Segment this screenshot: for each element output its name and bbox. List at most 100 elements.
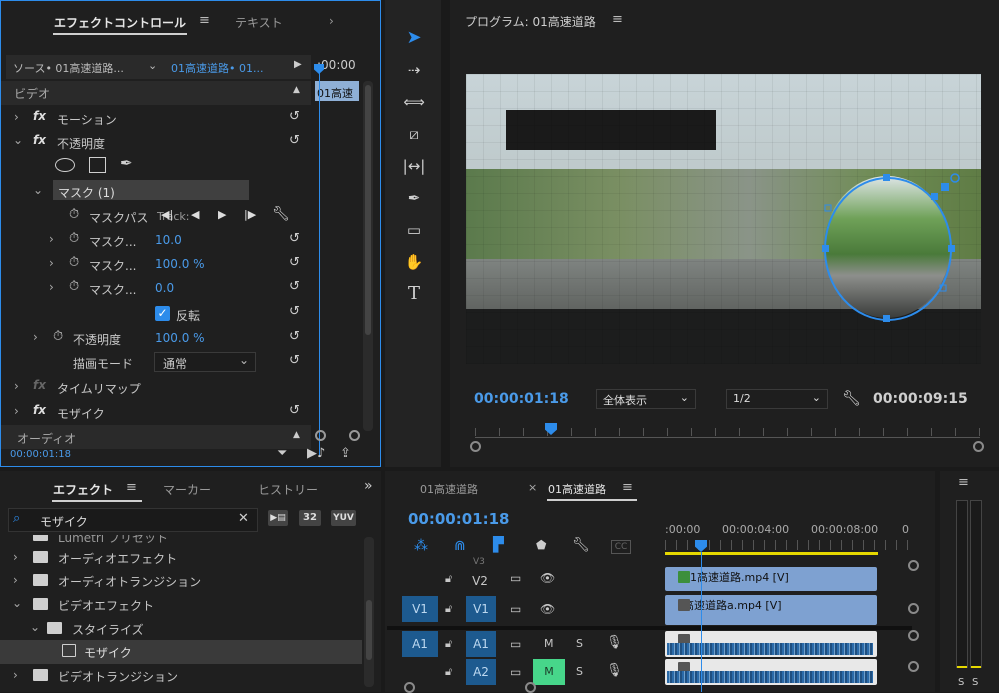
zoom-handle-right[interactable] <box>349 430 360 441</box>
wrench-icon[interactable]: 🔧︎ <box>272 206 290 222</box>
effects-search-input[interactable]: モザイク <box>40 513 88 530</box>
effects-list-item[interactable]: ⌄ スタイライズ <box>0 617 360 641</box>
reset-icon[interactable]: ↺ <box>289 354 301 367</box>
captions-icon[interactable]: CC <box>611 540 631 554</box>
timeline-timecode[interactable]: 00:00:01:18 <box>408 510 510 528</box>
meter-solo-right[interactable]: S <box>972 677 978 688</box>
zoom-handle-left[interactable] <box>315 430 326 441</box>
track-select-tool-icon[interactable]: ⇢ <box>402 58 426 82</box>
expand-chevron-icon[interactable]: › <box>13 573 18 587</box>
fx-icon[interactable]: fx <box>33 403 46 417</box>
solo-button[interactable]: S <box>576 637 583 650</box>
effects-list-item[interactable]: ⌄ ビデオエフェクト <box>0 593 360 617</box>
timeline-zoom-handle-left[interactable] <box>404 682 415 693</box>
add-marker-icon[interactable]: ▛ <box>493 537 504 553</box>
mask-expansion-value[interactable]: 0.0 <box>155 281 174 295</box>
expand-chevron-icon[interactable]: › <box>49 280 54 294</box>
pen-mask-tool-icon[interactable]: ✒ <box>120 154 133 172</box>
track-name-a1[interactable]: A1 <box>466 631 496 657</box>
stopwatch-icon[interactable]: ⏱ <box>69 207 79 222</box>
expand-chevron-icon[interactable]: › <box>33 330 38 344</box>
play-only-icon[interactable]: ▶ <box>294 59 302 70</box>
ellipse-mask-tool-icon[interactable] <box>55 158 75 172</box>
track-height-handle[interactable] <box>908 603 919 614</box>
eye-icon[interactable]: 👁︎ <box>540 602 555 616</box>
track-name-v2[interactable]: V2 <box>466 571 494 591</box>
tab-history[interactable]: ヒストリー <box>258 481 318 498</box>
reset-icon[interactable]: ↺ <box>289 110 301 123</box>
accelerated-effects-icon[interactable]: ▶▤ <box>268 510 288 526</box>
meter-panel-menu-icon[interactable]: ≡ <box>958 475 969 490</box>
track-backward-one-icon[interactable]: ◀| <box>161 208 173 221</box>
mute-button[interactable]: M <box>544 637 554 650</box>
snap-icon[interactable]: ⁂ <box>414 538 428 554</box>
track-name-a2[interactable]: A2 <box>466 659 496 685</box>
source-patch-a1[interactable]: A1 <box>402 631 438 657</box>
mute-button-active[interactable]: M <box>533 659 565 685</box>
timeline-tab-2[interactable]: 01高速道路 <box>548 481 606 497</box>
microphone-icon[interactable]: 🎙︎ <box>606 635 623 650</box>
export-icon[interactable]: ⇪ <box>340 446 351 461</box>
track-height-handle[interactable] <box>908 560 919 571</box>
collapse-up-icon[interactable]: ▲ <box>293 85 300 95</box>
expand-chevron-icon[interactable]: › <box>13 668 18 682</box>
more-tabs-icon[interactable]: » <box>364 478 373 494</box>
lock-icon[interactable]: 🔓︎ <box>445 637 452 651</box>
linked-selection-icon[interactable]: ⋒ <box>454 538 466 554</box>
lock-icon[interactable]: 🔓︎ <box>445 665 452 679</box>
hand-tool-icon[interactable]: ✋ <box>402 250 426 274</box>
zoom-select[interactable]: 全体表示 ⌄ <box>596 389 696 409</box>
track-name-v1[interactable]: V1 <box>466 596 496 622</box>
slip-tool-icon[interactable]: |↔| <box>402 154 426 178</box>
stopwatch-icon[interactable]: ⏱ <box>53 329 63 344</box>
source-patch-v1[interactable]: V1 <box>402 596 438 622</box>
mask-label[interactable]: マスク (1) <box>58 184 115 201</box>
sync-lock-icon[interactable]: ▭ <box>510 665 521 679</box>
scrubber-handle-left[interactable] <box>470 441 481 452</box>
clip-v2[interactable]: 01高速道路.mp4 [V] <box>665 567 877 591</box>
opacity-value[interactable]: 100.0 % <box>155 331 205 345</box>
expand-chevron-icon[interactable]: › <box>49 256 54 270</box>
scrollbar-thumb[interactable] <box>365 85 371 335</box>
timeline-zoom-handle-right[interactable] <box>525 682 536 693</box>
effects-list-item-selected[interactable]: モザイク <box>0 640 362 664</box>
meter-solo-left[interactable]: S <box>958 677 964 688</box>
track-forward-icon[interactable]: ▶ <box>218 208 226 221</box>
32bit-badge[interactable]: 32 <box>299 510 321 526</box>
microphone-icon[interactable]: 🎙︎ <box>606 663 623 678</box>
inverted-checkbox[interactable]: ✓ <box>155 306 170 321</box>
source-label[interactable]: ソース• 01高速道路... <box>13 60 124 76</box>
solo-button[interactable]: S <box>576 665 583 678</box>
marker-icon[interactable]: ⬟ <box>536 538 546 552</box>
settings-wrench-icon[interactable]: 🔧︎ <box>842 389 861 407</box>
sync-lock-icon[interactable]: ▭ <box>510 637 521 651</box>
filter-icon[interactable]: ⏷ <box>277 446 287 461</box>
reset-icon[interactable]: ↺ <box>289 330 301 343</box>
effect-row-mosaic[interactable]: › fx モザイク ↺ <box>1 400 311 424</box>
expand-chevron-icon[interactable]: ⌄ <box>12 596 22 610</box>
track-height-handle[interactable] <box>908 661 919 672</box>
effect-row-motion[interactable]: › fx モーション ↺ <box>1 106 311 130</box>
scrubber-handle-right[interactable] <box>973 441 984 452</box>
clear-search-icon[interactable]: ✕ <box>238 511 249 526</box>
expand-chevron-icon[interactable]: › <box>14 404 19 418</box>
selection-tool-icon[interactable]: ➤ <box>402 26 426 50</box>
play-audio-icon[interactable]: ▶♪ <box>307 446 325 461</box>
resolution-select[interactable]: 1/2 ⌄ <box>726 389 828 409</box>
timeline-tab-1[interactable]: 01高速道路 <box>420 481 478 497</box>
effects-scrollbar-thumb[interactable] <box>366 600 372 660</box>
effects-list-item[interactable]: › オーディオトランジション <box>0 569 360 593</box>
yuv-badge[interactable]: YUV <box>331 510 356 526</box>
clip-a1[interactable] <box>665 631 877 657</box>
panel-menu-icon[interactable]: ≡ <box>126 480 137 495</box>
program-monitor-title[interactable]: プログラム: 01高速道路 <box>465 13 596 30</box>
sync-lock-icon[interactable]: ▭ <box>510 602 521 616</box>
track-backward-icon[interactable]: ◀ <box>191 208 199 221</box>
expand-chevron-icon[interactable]: ⌄ <box>13 133 23 147</box>
fx-icon[interactable]: fx <box>33 109 46 123</box>
tab-effects[interactable]: エフェクト <box>53 481 113 498</box>
reset-icon[interactable]: ↺ <box>289 232 301 245</box>
expand-chevron-icon[interactable]: ⌄ <box>30 620 40 634</box>
close-tab-icon[interactable]: × <box>528 481 537 494</box>
eye-icon[interactable]: 👁︎ <box>540 571 555 585</box>
